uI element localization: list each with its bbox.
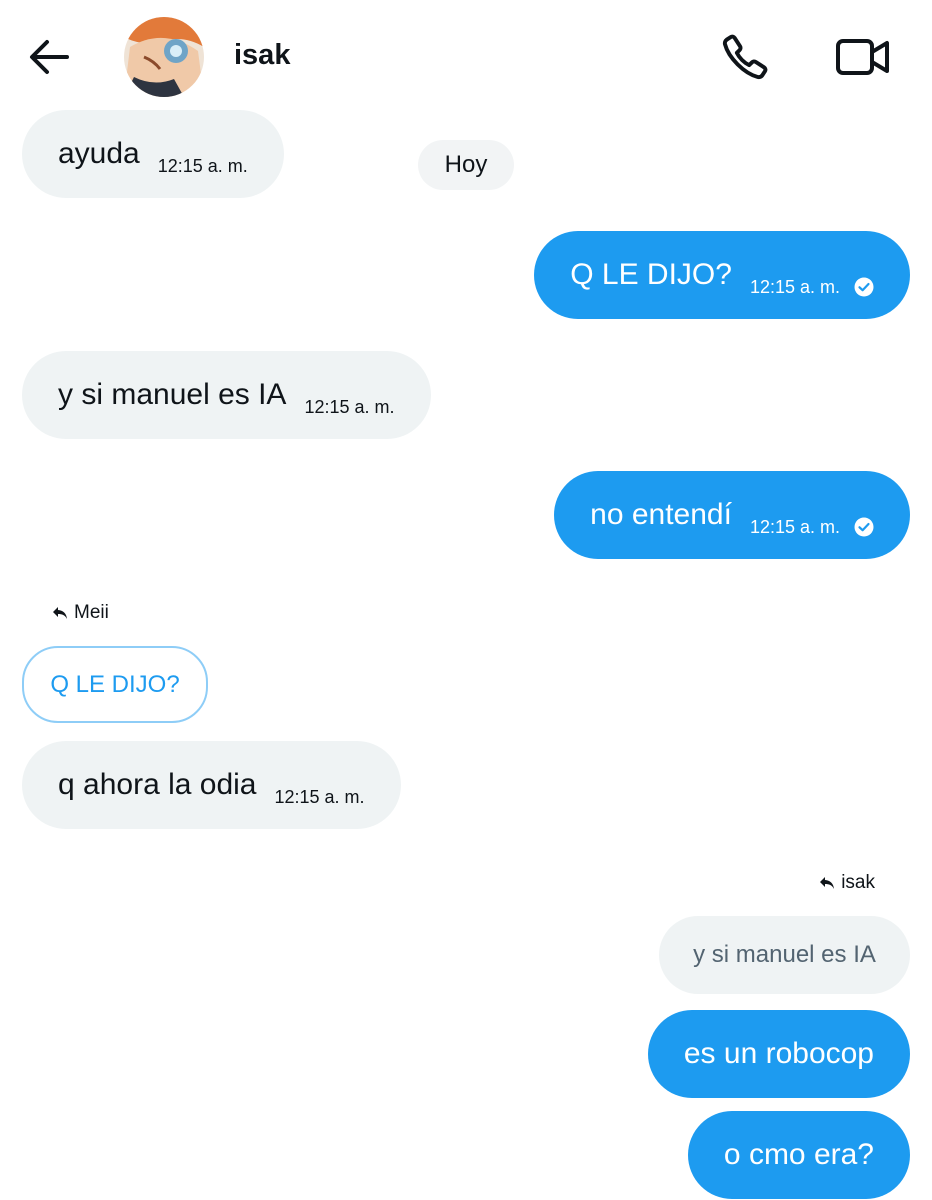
read-check-icon	[854, 517, 874, 537]
back-arrow-icon	[30, 40, 69, 74]
video-call-button[interactable]	[832, 28, 894, 86]
read-check-icon	[854, 277, 874, 297]
date-divider: Hoy	[418, 140, 514, 190]
reply-author: Meii	[74, 602, 109, 623]
message-time: 12:15 a. m.	[749, 516, 840, 537]
reply-reference: isak	[819, 872, 875, 894]
incoming-message-bubble[interactable]: y si manuel es IA 12:15 a. m.	[22, 351, 431, 439]
message-text: ayuda	[58, 137, 140, 170]
message-text: q ahora la odia	[58, 768, 257, 801]
call-button[interactable]	[716, 28, 774, 86]
video-camera-icon	[836, 39, 889, 75]
phone-icon	[722, 34, 768, 80]
message-text: no entendí	[590, 498, 732, 531]
message-text: Q LE DIJO?	[570, 258, 732, 291]
outgoing-message-bubble[interactable]: o cmo era?	[687, 1111, 910, 1199]
message-text: es un robocop	[683, 1037, 874, 1070]
message-time: 12:15 a. m.	[304, 396, 395, 417]
message-text: o cmo era?	[723, 1138, 874, 1171]
quoted-message[interactable]: Q LE DIJO?	[22, 646, 208, 723]
message-text: y si manuel es IA	[58, 378, 287, 411]
message-time: 12:15 a. m.	[157, 155, 248, 176]
incoming-message-bubble[interactable]: q ahora la odia 12:15 a. m.	[22, 741, 401, 829]
reply-arrow-icon	[53, 607, 67, 619]
reply-arrow-icon	[820, 877, 835, 889]
outgoing-message-bubble[interactable]: Q LE DIJO? 12:15 a. m.	[534, 231, 910, 319]
quoted-message[interactable]: y si manuel es IA	[659, 916, 910, 994]
message-time: 12:15 a. m.	[274, 786, 365, 807]
reply-author: isak	[841, 872, 875, 893]
reply-reference: Meii	[52, 602, 109, 624]
incoming-message-bubble[interactable]: ayuda 12:15 a. m.	[22, 110, 284, 198]
back-button[interactable]	[22, 30, 76, 84]
outgoing-message-bubble[interactable]: no entendí 12:15 a. m.	[554, 471, 910, 559]
avatar[interactable]	[124, 17, 204, 97]
message-time: 12:15 a. m.	[749, 276, 840, 297]
outgoing-message-bubble[interactable]: es un robocop	[647, 1010, 910, 1098]
contact-name[interactable]: isak	[234, 39, 290, 72]
